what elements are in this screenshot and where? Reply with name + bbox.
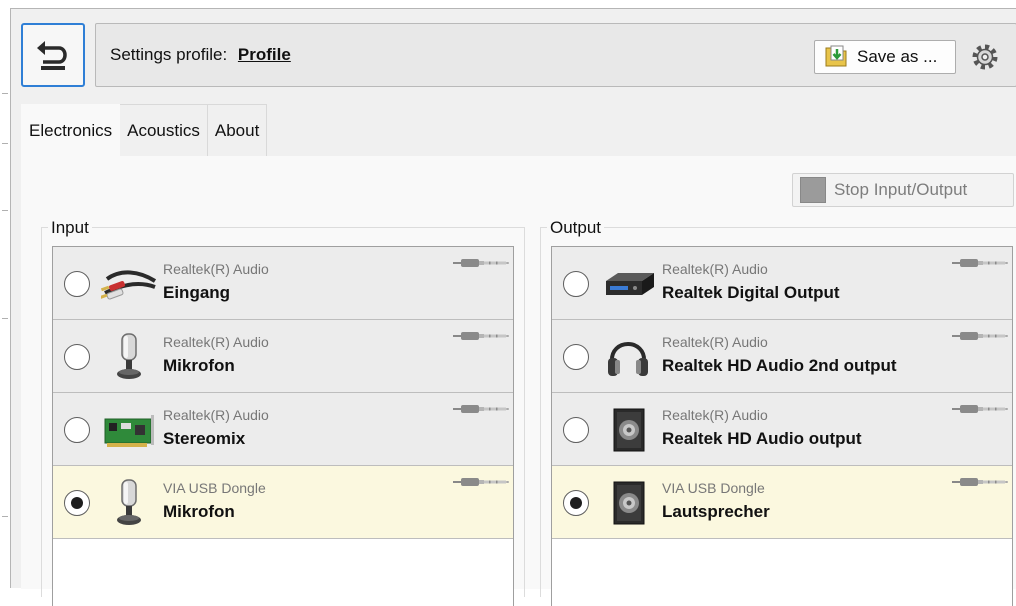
settings-button[interactable] [966, 38, 1004, 76]
output-device-row[interactable]: Realtek(R) Audio Realtek HD Audio 2nd ou… [552, 320, 1012, 393]
headphones-icon [600, 332, 658, 382]
device-name: Realtek Digital Output [662, 283, 840, 302]
profile-label: Settings profile: [110, 45, 228, 64]
input-group: Input Realtek(R) Audio Eingang Realtek(R… [41, 218, 525, 606]
audio-jack-icon [952, 403, 1008, 415]
audio-jack-icon [952, 476, 1008, 488]
audio-jack-icon [952, 330, 1008, 342]
tab-about[interactable]: About [207, 104, 268, 156]
gear-icon [972, 44, 998, 70]
device-name: Mikrofon [163, 356, 235, 375]
sound-card-icon [101, 405, 159, 455]
left-edge-ticks [0, 0, 10, 588]
device-driver: Realtek(R) Audio [662, 261, 768, 277]
stop-input-output-button[interactable]: Stop Input/Output [792, 173, 1014, 207]
output-device-row-selected[interactable]: VIA USB Dongle Lautsprecher [552, 466, 1012, 539]
tab-electronics[interactable]: Electronics [21, 104, 121, 156]
microphone-icon [101, 332, 159, 382]
device-name: Realtek HD Audio 2nd output [662, 356, 897, 375]
device-driver: VIA USB Dongle [662, 480, 765, 496]
device-name: Lautsprecher [662, 502, 770, 521]
output-device-row[interactable]: Realtek(R) Audio Realtek Digital Output [552, 247, 1012, 320]
device-driver: Realtek(R) Audio [163, 261, 269, 277]
device-name: Stereomix [163, 429, 246, 448]
output-device-list: Realtek(R) Audio Realtek Digital Output … [551, 246, 1013, 606]
device-driver: Realtek(R) Audio [163, 334, 269, 350]
input-device-row-selected[interactable]: VIA USB Dongle Mikrofon [53, 466, 513, 539]
save-as-label: Save as ... [857, 47, 938, 66]
device-radio[interactable] [563, 417, 589, 443]
device-radio-selected[interactable] [64, 490, 90, 516]
audio-jack-icon [952, 257, 1008, 269]
audio-jack-icon [453, 257, 509, 269]
device-name: Mikrofon [163, 502, 235, 521]
app-window: Settings profile: Profile Save as ... El… [10, 8, 1016, 606]
back-button[interactable] [21, 23, 85, 87]
save-file-icon [825, 45, 847, 67]
input-group-title: Input [48, 218, 92, 238]
tab-bar: Electronics Acoustics About [21, 104, 268, 156]
audio-jack-icon [453, 403, 509, 415]
device-driver: VIA USB Dongle [163, 480, 266, 496]
device-driver: Realtek(R) Audio [163, 407, 269, 423]
electronics-panel: Stop Input/Output Input Realtek(R) Audio… [21, 156, 1016, 606]
stop-label: Stop Input/Output [834, 180, 968, 199]
device-name: Eingang [163, 283, 231, 302]
audio-jack-icon [453, 330, 509, 342]
profile-label-group: Settings profile: Profile [110, 45, 291, 65]
speaker-icon [600, 405, 658, 455]
input-device-row[interactable]: Realtek(R) Audio Stereomix [53, 393, 513, 466]
audio-jack-icon [453, 476, 509, 488]
device-name: Realtek HD Audio output [662, 429, 862, 448]
output-group-title: Output [547, 218, 605, 238]
output-device-row[interactable]: Realtek(R) Audio Realtek HD Audio output [552, 393, 1012, 466]
device-radio[interactable] [563, 271, 589, 297]
device-driver: Realtek(R) Audio [662, 407, 768, 423]
digital-output-box-icon [600, 259, 658, 309]
rca-cable-icon [101, 259, 159, 309]
input-device-row[interactable]: Realtek(R) Audio Eingang [53, 247, 513, 320]
device-radio[interactable] [64, 271, 90, 297]
input-device-list: Realtek(R) Audio Eingang Realtek(R) Audi… [52, 246, 514, 606]
output-group: Output Realtek(R) Audio Realtek Digital … [540, 218, 1016, 606]
back-arrow-icon [37, 41, 67, 70]
device-radio-selected[interactable] [563, 490, 589, 516]
device-radio[interactable] [64, 417, 90, 443]
profile-name-link[interactable]: Profile [238, 45, 291, 64]
device-radio[interactable] [64, 344, 90, 370]
device-driver: Realtek(R) Audio [662, 334, 768, 350]
stop-icon [800, 177, 826, 203]
device-radio[interactable] [563, 344, 589, 370]
input-device-row[interactable]: Realtek(R) Audio Mikrofon [53, 320, 513, 393]
microphone-icon [101, 478, 159, 528]
profile-header: Settings profile: Profile Save as ... [95, 23, 1016, 87]
tab-acoustics[interactable]: Acoustics [120, 104, 208, 156]
speaker-icon [600, 478, 658, 528]
save-as-button[interactable]: Save as ... [814, 40, 956, 74]
